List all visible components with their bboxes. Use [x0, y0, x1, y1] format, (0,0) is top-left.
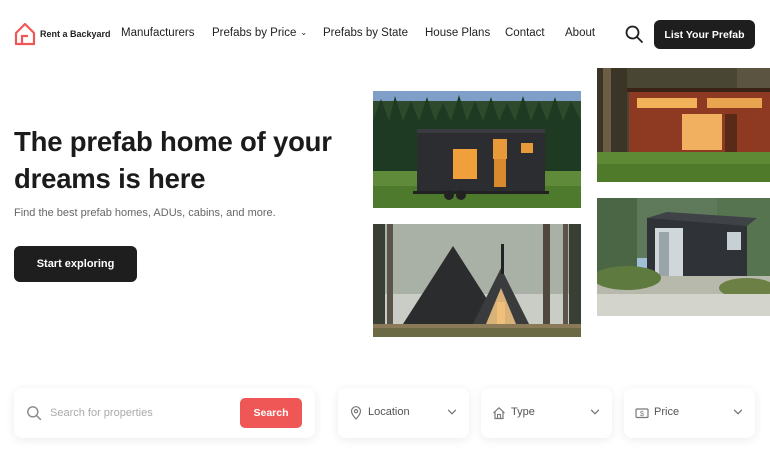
nav-label: About [565, 27, 596, 39]
map-pin-icon [350, 406, 362, 420]
nav-label: Prefabs by Price [212, 27, 297, 39]
house-logo-icon [14, 22, 36, 46]
search-input[interactable] [50, 400, 240, 426]
dollar-icon: $ [635, 408, 649, 419]
nav-label: Manufacturers [121, 27, 195, 39]
a-frame-cabin-photo [373, 224, 581, 337]
red-cabin-photo [597, 68, 770, 182]
hero-subtitle: Find the best prefab homes, ADUs, cabins… [14, 207, 276, 219]
site-header: Rent a Backyard Manufacturers Prefabs by… [0, 0, 770, 68]
search-icon[interactable] [624, 24, 644, 44]
home-icon [493, 407, 505, 420]
filter-label: Price [654, 406, 680, 418]
brand-name: Rent a Backyard [40, 29, 111, 39]
start-exploring-button[interactable]: Start exploring [14, 246, 137, 282]
nav-manufacturers[interactable]: Manufacturers [121, 27, 195, 39]
hero-title: The prefab home of your dreams is here [14, 126, 332, 194]
location-filter[interactable]: Location [338, 388, 469, 438]
filter-label: Location [368, 406, 410, 418]
nav-prefabs-by-price[interactable]: Prefabs by Price ⌄ [212, 27, 307, 39]
svg-text:$: $ [640, 411, 644, 418]
logo[interactable]: Rent a Backyard [14, 22, 111, 46]
nav-label: House Plans [425, 27, 491, 39]
type-filter[interactable]: Type [481, 388, 612, 438]
search-icon [27, 406, 42, 421]
nav-prefabs-by-state[interactable]: Prefabs by State [323, 27, 408, 39]
chevron-down-icon: ⌄ [300, 28, 308, 37]
price-filter[interactable]: $ Price [624, 388, 755, 438]
chevron-down-icon [447, 409, 457, 415]
container-home-photo [597, 198, 770, 316]
tiny-house-photo [373, 91, 581, 208]
filter-label: Type [511, 406, 535, 418]
nav-label: Prefabs by State [323, 27, 409, 39]
chevron-down-icon [590, 409, 600, 415]
nav-label: Contact [505, 27, 545, 39]
nav-house-plans[interactable]: House Plans [425, 27, 490, 39]
search-button[interactable]: Search [240, 398, 302, 428]
nav-contact[interactable]: Contact [505, 27, 545, 39]
nav-about[interactable]: About [565, 27, 595, 39]
list-your-prefab-button[interactable]: List Your Prefab [654, 20, 755, 49]
chevron-down-icon [733, 409, 743, 415]
search-box: Search [14, 388, 315, 438]
